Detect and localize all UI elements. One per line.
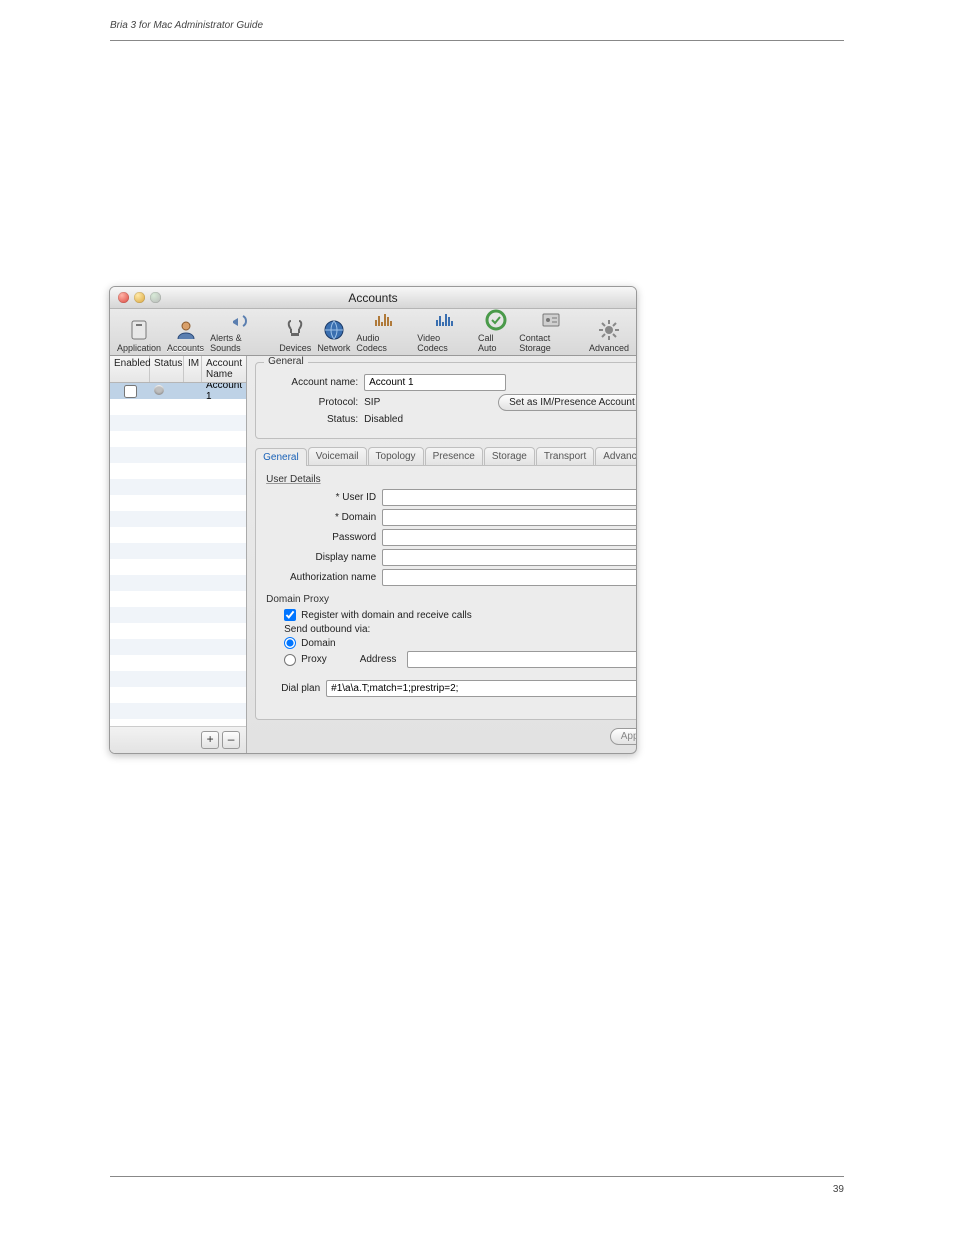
tab-advanced[interactable]: Advanced	[595, 447, 637, 465]
domain-radio-label: Domain	[301, 638, 335, 649]
proxy-radio[interactable]	[284, 654, 296, 666]
account-name-label: Account name:	[266, 377, 358, 388]
domain-radio[interactable]	[284, 637, 296, 649]
tab-presence[interactable]: Presence	[425, 447, 483, 465]
domain-input[interactable]	[382, 509, 637, 526]
toolbar-video-codecs[interactable]: Video Codecs	[414, 307, 475, 355]
auth-name-input[interactable]	[382, 569, 637, 586]
accounts-window: Accounts Application Accounts Alerts & S…	[109, 286, 637, 754]
address-label: Address	[360, 654, 397, 665]
col-status[interactable]: Status	[150, 356, 184, 382]
account-tabs: General Voicemail Topology Presence Stor…	[255, 447, 637, 466]
toolbar-application[interactable]: Application	[114, 317, 164, 355]
call-auto-icon	[483, 307, 509, 333]
list-header: Enabled Status IM Account Name	[110, 356, 246, 383]
auth-name-label: Authorization name	[266, 572, 376, 583]
account-row[interactable]: Account 1	[110, 383, 246, 399]
page-footer-right: 39	[833, 1184, 844, 1195]
password-label: Password	[266, 532, 376, 543]
network-icon	[321, 317, 347, 343]
tab-topology[interactable]: Topology	[368, 447, 424, 465]
preferences-toolbar: Application Accounts Alerts & Sounds Dev…	[110, 309, 636, 356]
account-name-cell: Account 1	[202, 383, 246, 402]
set-im-presence-button[interactable]: Set as IM/Presence Account	[498, 394, 637, 411]
window-controls	[118, 292, 161, 303]
page-header-left: Bria 3 for Mac Administrator Guide	[110, 20, 263, 31]
list-footer: + –	[110, 726, 246, 753]
user-id-label: * User ID	[266, 492, 376, 503]
toolbar-audio-codecs[interactable]: Audio Codecs	[353, 307, 414, 355]
col-enabled[interactable]: Enabled	[110, 356, 150, 382]
col-account-name[interactable]: Account Name	[202, 356, 246, 382]
toolbar-devices[interactable]: Devices	[276, 317, 314, 355]
toolbar-advanced[interactable]: Advanced	[586, 317, 632, 355]
app-icon	[126, 317, 152, 343]
protocol-value: SIP	[364, 397, 380, 408]
register-checkbox[interactable]	[284, 609, 296, 621]
account-name-input[interactable]	[364, 374, 506, 391]
accounts-list-panel: Enabled Status IM Account Name Account 1	[110, 356, 247, 753]
tab-transport[interactable]: Transport	[536, 447, 594, 465]
tab-voicemail[interactable]: Voicemail	[308, 447, 367, 465]
display-name-label: Display name	[266, 552, 376, 563]
tab-storage[interactable]: Storage	[484, 447, 535, 465]
add-account-button[interactable]: +	[201, 731, 219, 749]
general-tab-body: User Details * User ID * Domain Password	[255, 466, 637, 720]
remove-account-button[interactable]: –	[222, 731, 240, 749]
general-group: General Account name: Protocol: SIP Set …	[255, 362, 637, 439]
video-codecs-icon	[432, 307, 458, 333]
send-via-label: Send outbound via:	[284, 624, 637, 635]
domain-label: * Domain	[266, 512, 376, 523]
protocol-label: Protocol:	[266, 397, 358, 408]
display-name-input[interactable]	[382, 549, 637, 566]
contact-storage-icon	[538, 307, 564, 333]
accounts-icon	[173, 317, 199, 343]
gear-icon	[596, 317, 622, 343]
minimize-button[interactable]	[134, 292, 145, 303]
toolbar-call-auto[interactable]: Call Auto	[475, 307, 516, 355]
toolbar-contact-storage[interactable]: Contact Storage	[516, 307, 586, 355]
toolbar-network[interactable]: Network	[314, 317, 353, 355]
devices-icon	[282, 317, 308, 343]
status-label: Status:	[266, 414, 358, 425]
window-title: Accounts	[348, 291, 397, 305]
apply-button[interactable]: Apply	[610, 728, 637, 745]
col-im[interactable]: IM	[184, 356, 202, 382]
status-dot-icon	[154, 385, 164, 395]
header-rule	[110, 40, 844, 41]
footer-rule	[110, 1176, 844, 1177]
register-label: Register with domain and receive calls	[301, 610, 472, 621]
alerts-icon	[229, 307, 255, 333]
password-input[interactable]	[382, 529, 637, 546]
audio-codecs-icon	[371, 307, 397, 333]
enabled-checkbox[interactable]	[124, 385, 137, 398]
close-button[interactable]	[118, 292, 129, 303]
dial-plan-input[interactable]	[326, 680, 637, 697]
user-details-title: User Details	[266, 474, 637, 485]
accounts-list[interactable]: Account 1	[110, 383, 246, 726]
proxy-address-input[interactable]	[407, 651, 637, 668]
detail-panel: General Account name: Protocol: SIP Set …	[247, 356, 637, 753]
titlebar: Accounts	[110, 287, 636, 309]
toolbar-accounts[interactable]: Accounts	[164, 317, 207, 355]
status-value: Disabled	[364, 414, 403, 425]
proxy-radio-label: Proxy	[301, 654, 327, 665]
tab-general[interactable]: General	[255, 448, 307, 466]
toolbar-alerts-sounds[interactable]: Alerts & Sounds	[207, 307, 276, 355]
general-group-title: General	[264, 356, 308, 367]
zoom-button[interactable]	[150, 292, 161, 303]
user-id-input[interactable]	[382, 489, 637, 506]
dial-plan-label: Dial plan	[266, 683, 320, 694]
domain-proxy-title: Domain Proxy	[266, 594, 637, 605]
